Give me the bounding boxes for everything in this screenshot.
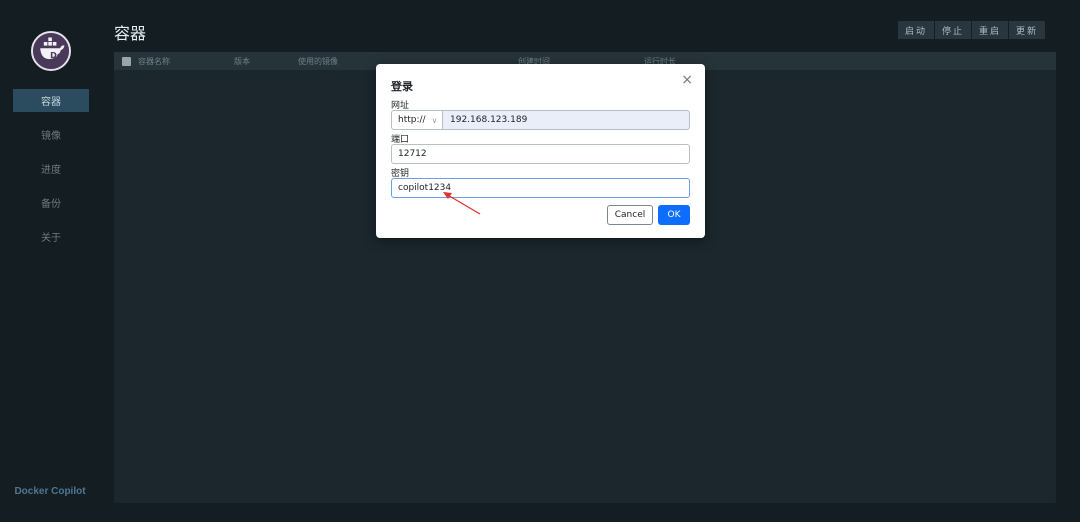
select-all-checkbox[interactable] xyxy=(122,57,131,66)
host-input[interactable]: 192.168.123.189 xyxy=(443,110,690,130)
dialog-title: 登录 xyxy=(391,80,413,93)
column-header-version[interactable]: 版本 xyxy=(234,56,250,67)
sidebar-item-backup[interactable]: 备份 xyxy=(13,191,89,214)
sidebar-item-images[interactable]: 镜像 xyxy=(13,123,89,146)
port-input[interactable]: 12712 xyxy=(391,144,690,164)
sidebar-item-about[interactable]: 关于 xyxy=(13,225,89,248)
sidebar-item-containers[interactable]: 容器 xyxy=(13,89,89,112)
protocol-value: http:// xyxy=(398,115,426,125)
annotation-arrow-icon xyxy=(443,192,481,215)
close-icon[interactable]: × xyxy=(681,73,693,87)
restart-button[interactable]: 重启 xyxy=(972,21,1009,39)
page-title: 容器 xyxy=(114,24,147,43)
ok-button[interactable]: OK xyxy=(658,205,690,225)
start-button[interactable]: 启动 xyxy=(898,21,935,39)
login-dialog: 登录 × 网址 http:// ∨ 192.168.123.189 端口 127… xyxy=(376,64,705,238)
sidebar: Dc 容器 镜像 进度 备份 关于 Docker Copilot xyxy=(0,0,100,522)
chevron-down-icon: ∨ xyxy=(431,115,438,125)
column-header-image[interactable]: 使用的镜像 xyxy=(298,56,338,67)
update-button[interactable]: 更新 xyxy=(1009,21,1046,39)
toolbar: 启动 停止 重启 更新 xyxy=(898,21,1046,39)
secret-input[interactable]: copilot1234 xyxy=(391,178,690,198)
sidebar-item-progress[interactable]: 进度 xyxy=(13,157,89,180)
column-header-name[interactable]: 容器名称 xyxy=(138,56,170,67)
docker-copilot-logo: Dc xyxy=(31,31,71,71)
svg-text:Dc: Dc xyxy=(50,50,62,60)
protocol-select[interactable]: http:// ∨ xyxy=(391,110,443,130)
cancel-button[interactable]: Cancel xyxy=(607,205,653,225)
stop-button[interactable]: 停止 xyxy=(935,21,972,39)
brand-name: Docker Copilot xyxy=(14,486,86,497)
